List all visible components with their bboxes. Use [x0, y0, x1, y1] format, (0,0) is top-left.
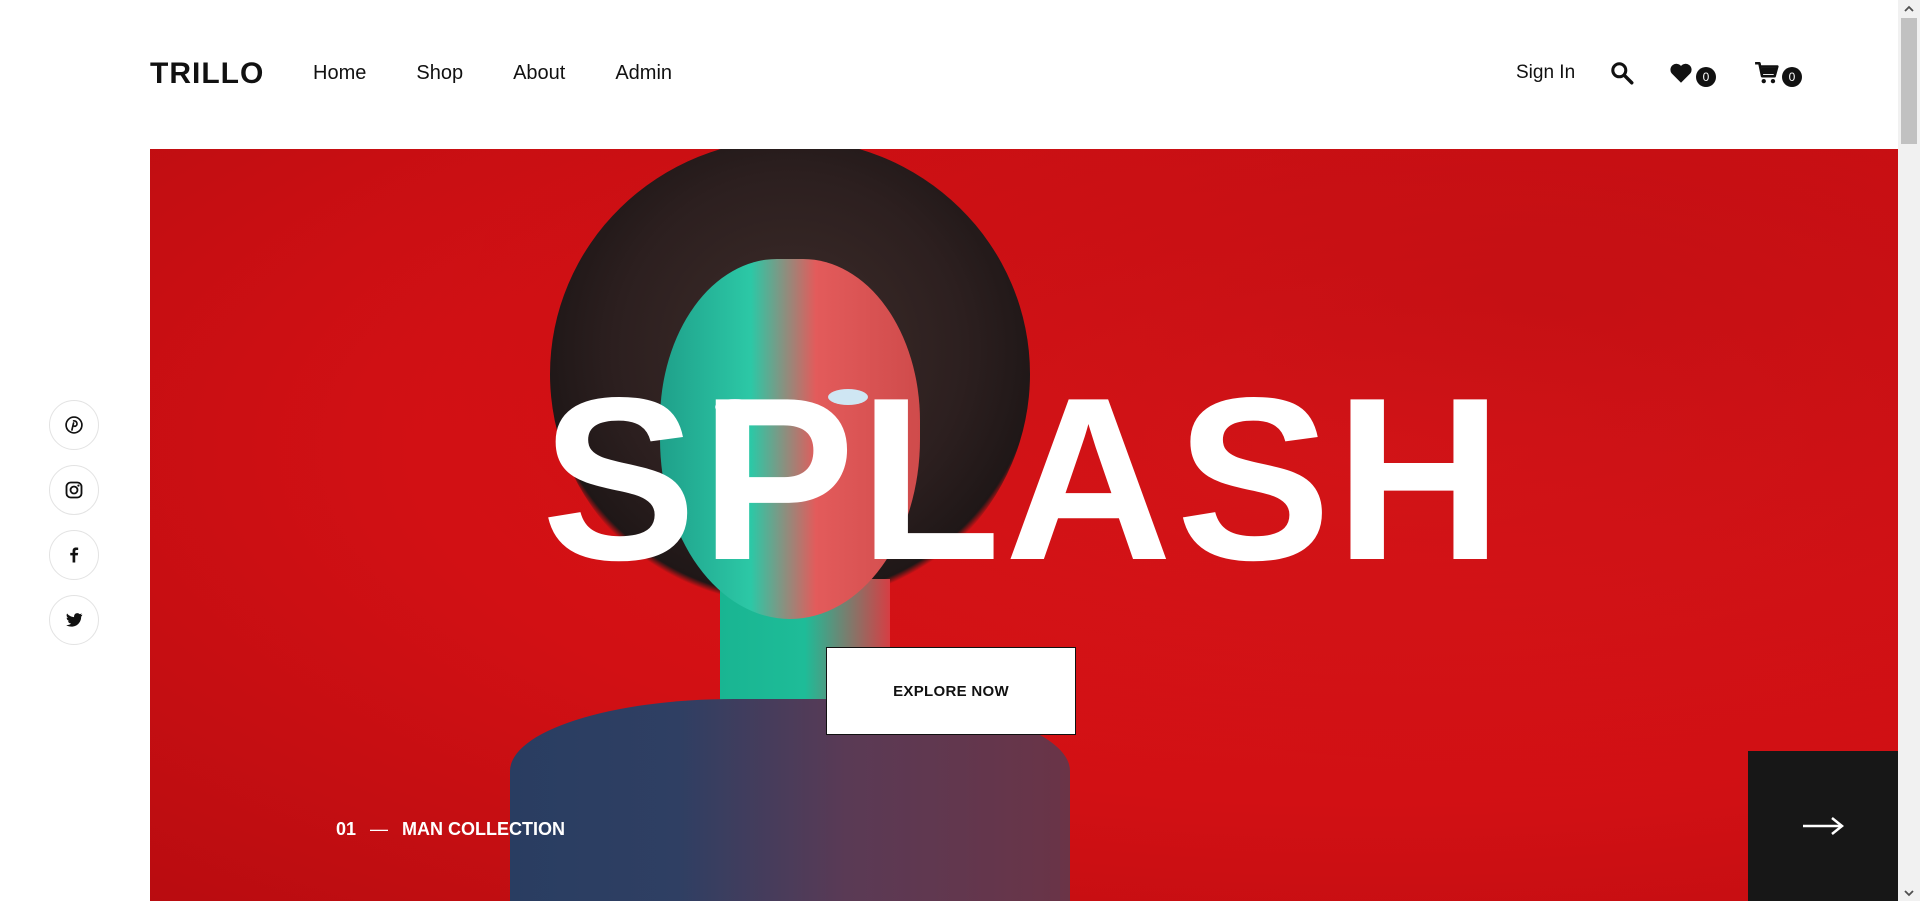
wishlist-count-badge: 0 — [1696, 67, 1716, 87]
facebook-icon[interactable] — [49, 530, 99, 580]
next-slide-button[interactable] — [1748, 751, 1898, 901]
social-links — [49, 400, 101, 660]
header-tools: Sign In 0 0 — [1378, 58, 1898, 94]
cart-count-badge: 0 — [1782, 67, 1802, 87]
nav-home[interactable]: Home — [313, 62, 366, 85]
scroll-down-arrow-icon[interactable] — [1898, 884, 1920, 901]
instagram-icon[interactable] — [49, 465, 99, 515]
explore-now-button[interactable]: EXPLORE NOW — [826, 647, 1076, 735]
page-scrollbar[interactable] — [1898, 0, 1920, 901]
slide-separator: — — [370, 819, 389, 839]
main-nav: Home Shop About Admin — [313, 62, 672, 85]
cart-icon[interactable] — [1754, 60, 1782, 88]
slide-number: 01 — [336, 819, 357, 839]
arrow-right-icon — [1803, 817, 1845, 835]
heart-icon[interactable] — [1668, 60, 1696, 88]
search-icon[interactable] — [1609, 60, 1637, 88]
pinterest-icon[interactable] — [49, 400, 99, 450]
slide-label[interactable]: MAN COLLECTION — [402, 819, 565, 840]
site-header: TRILLO Home Shop About Admin Sign In 0 0 — [0, 0, 1898, 149]
scrollbar-thumb[interactable] — [1901, 18, 1917, 144]
hero-banner: SPLASH EXPLORE NOW 01 — MAN COLLECTION — [150, 149, 1898, 901]
nav-about[interactable]: About — [513, 62, 565, 85]
scroll-up-arrow-icon[interactable] — [1898, 0, 1920, 17]
slide-caption: 01 — MAN COLLECTION — [336, 819, 565, 840]
nav-admin[interactable]: Admin — [615, 62, 672, 85]
hero-title: SPLASH — [541, 350, 1507, 609]
site-logo[interactable]: TRILLO — [150, 57, 264, 91]
nav-shop[interactable]: Shop — [416, 62, 463, 85]
twitter-icon[interactable] — [49, 595, 99, 645]
sign-in-link[interactable]: Sign In — [1516, 62, 1575, 84]
